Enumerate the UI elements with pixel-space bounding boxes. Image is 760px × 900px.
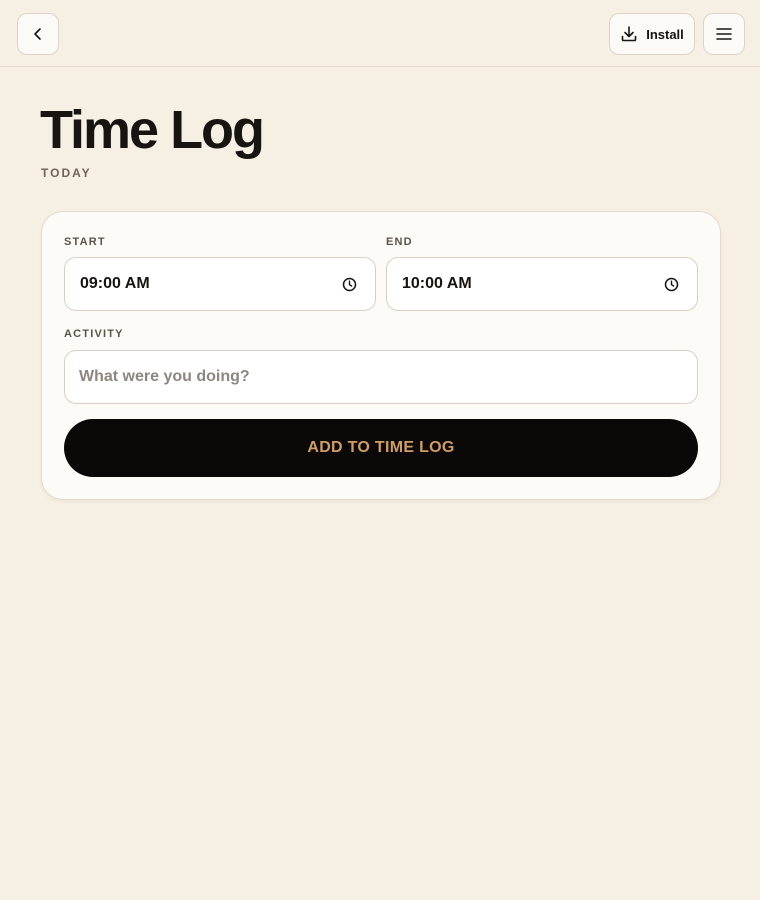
page-title: Time Log — [40, 100, 265, 160]
activity-label: ACTIVITY — [64, 328, 124, 340]
start-label: START — [64, 236, 106, 248]
top-bar: Install — [0, 0, 760, 67]
clock-icon[interactable] — [342, 277, 357, 292]
time-entry-card: START 09:00 AM END 10:00 AM ACTIVITY ADD… — [41, 211, 721, 500]
install-button[interactable]: Install — [609, 13, 695, 55]
add-to-time-log-button[interactable]: ADD TO TIME LOG — [64, 419, 698, 477]
hamburger-menu-icon — [716, 27, 732, 41]
end-label: END — [386, 236, 413, 248]
install-label: Install — [646, 26, 684, 42]
activity-input[interactable] — [64, 350, 698, 404]
chevron-left-icon — [31, 27, 45, 41]
end-time-input[interactable]: 10:00 AM — [386, 257, 698, 311]
start-time-value: 09:00 AM — [80, 275, 150, 292]
page-subtitle: TODAY — [41, 166, 92, 180]
back-button[interactable] — [17, 13, 59, 55]
clock-icon[interactable] — [664, 277, 679, 292]
end-time-value: 10:00 AM — [402, 275, 472, 292]
menu-button[interactable] — [703, 13, 745, 55]
download-icon — [620, 25, 638, 43]
start-time-input[interactable]: 09:00 AM — [64, 257, 376, 311]
